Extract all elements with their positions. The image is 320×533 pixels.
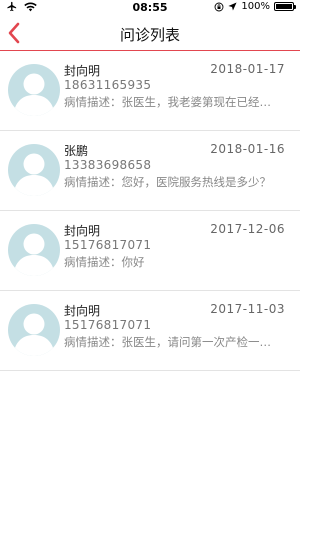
location-arrow-icon	[228, 2, 237, 11]
list-item[interactable]: 封向明 2018-01-17 18631165935 病情描述：张医生，我老婆第…	[0, 51, 300, 131]
user-silhouette-icon	[13, 313, 55, 356]
patient-phone: 13383698658	[64, 158, 152, 172]
condition-description: 病情描述：张医生，我老婆第现在已经…	[64, 95, 271, 109]
page-title: 问诊列表	[119, 26, 180, 44]
list-item[interactable]: 封向明 2017-11-03 15176817071 病情描述：张医生，请问第一…	[0, 291, 300, 371]
condition-description: 病情描述：您好，医院服务热线是多少？	[64, 175, 271, 189]
battery-icon	[274, 2, 296, 11]
patient-phone: 15176817071	[64, 238, 152, 252]
consult-date: 2018-01-16	[210, 142, 285, 156]
patient-name: 封向明	[64, 64, 101, 78]
avatar	[8, 224, 60, 276]
patient-name: 封向明	[64, 224, 101, 238]
consult-date: 2017-11-03	[210, 302, 285, 316]
avatar	[8, 304, 60, 356]
consult-date: 2018-01-17	[210, 62, 285, 76]
patient-name: 张鹏	[64, 144, 89, 158]
user-silhouette-icon	[13, 233, 55, 276]
patient-phone: 18631165935	[64, 78, 152, 92]
battery-fill	[276, 4, 292, 9]
consultation-list: 封向明 2018-01-17 18631165935 病情描述：张医生，我老婆第…	[0, 51, 300, 371]
status-bar: 08:55 100%	[0, 0, 300, 16]
list-item[interactable]: 封向明 2017-12-06 15176817071 病情描述：你好	[0, 211, 300, 291]
battery-percent: 100%	[241, 1, 270, 12]
status-right: 100%	[214, 1, 296, 12]
consult-date: 2017-12-06	[210, 222, 285, 236]
list-item[interactable]: 张鹏 2018-01-16 13383698658 病情描述：您好，医院服务热线…	[0, 131, 300, 211]
user-silhouette-icon	[13, 73, 55, 116]
avatar	[8, 144, 60, 196]
patient-name: 封向明	[64, 304, 101, 318]
nav-bar: 问诊列表	[0, 16, 300, 50]
patient-phone: 15176817071	[64, 318, 152, 332]
avatar	[8, 64, 60, 116]
orientation-lock-icon	[214, 2, 224, 11]
condition-description: 病情描述：张医生，请问第一次产检一…	[64, 335, 271, 349]
user-silhouette-icon	[13, 153, 55, 196]
condition-description: 病情描述：你好	[64, 255, 145, 269]
